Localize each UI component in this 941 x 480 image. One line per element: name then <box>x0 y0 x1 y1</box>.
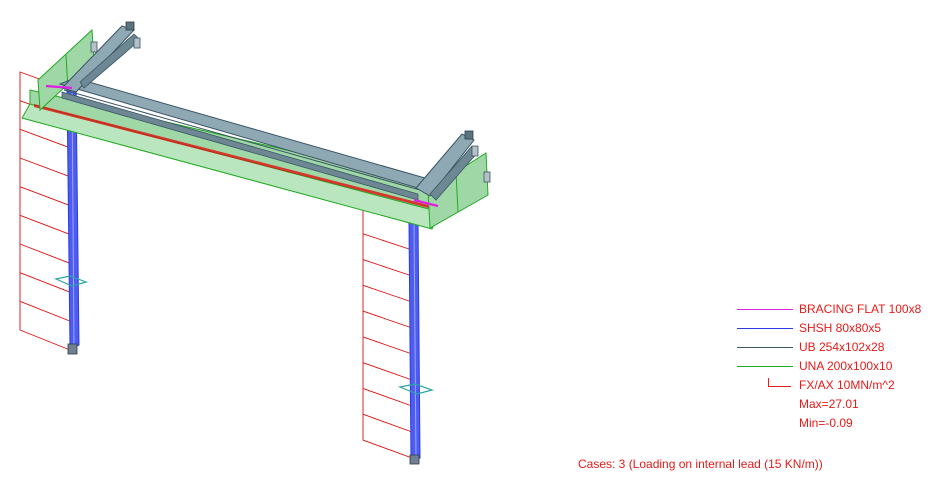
section-legend: BRACING FLAT 100x8 SHSH 80x80x5 UB 254x102… <box>737 300 937 433</box>
load-case-label: Cases: 3 (Loading on internal lead (15 K… <box>578 457 823 471</box>
legend-label: UB 254x102x28 <box>799 340 885 354</box>
stress-diagram-hatch <box>362 310 413 329</box>
stress-min-label-row: Min=-0.09 <box>737 414 937 433</box>
stress-diagram-hatch <box>362 284 413 303</box>
right-column-stress-diagram <box>362 207 413 459</box>
stress-map-legend: FX/AX 10MN/m^2 <box>737 376 937 395</box>
legend-item: UNA 200x100x10 <box>737 357 937 376</box>
stress-diagram-outline <box>362 207 413 459</box>
stress-diagram-hatch <box>362 336 413 355</box>
legend-swatch <box>737 366 793 367</box>
angle-ledger-main[interactable] <box>21 89 441 230</box>
legend-swatch <box>737 347 793 348</box>
stress-map-label: FX/AX 10MN/m^2 <box>799 378 895 392</box>
stress-diagram-hatch <box>362 388 413 407</box>
legend-label: UNA 200x100x10 <box>799 359 893 373</box>
stress-diagram-hatch <box>19 157 71 178</box>
stress-min-label: Min=-0.09 <box>799 416 853 430</box>
stress-max-label: Max=27.01 <box>799 397 859 411</box>
stress-diagram-hatch <box>362 233 413 251</box>
stress-diagram-hatch <box>19 300 71 322</box>
stress-diagram-hatch <box>19 128 71 149</box>
stress-diagram-hatch <box>19 243 71 264</box>
stress-diagram-hatch <box>362 413 413 433</box>
stress-diagram-symbol <box>768 378 791 387</box>
legend-swatch <box>737 309 793 310</box>
stress-diagram-hatch <box>362 259 413 277</box>
stress-max-label-row: Max=27.01 <box>737 395 937 414</box>
stress-diagram-hatch <box>19 214 71 235</box>
legend-label: SHSH 80x80x5 <box>799 321 882 335</box>
stress-diagram-hatch <box>362 362 413 381</box>
legend-item: BRACING FLAT 100x8 <box>737 300 937 319</box>
legend-label: BRACING FLAT 100x8 <box>799 302 922 316</box>
legend-swatch <box>737 328 793 329</box>
right-column[interactable] <box>397 217 435 465</box>
stress-diagram-hatch <box>19 186 71 206</box>
legend-item: UB 254x102x28 <box>737 338 937 357</box>
legend-item: SHSH 80x80x5 <box>737 319 937 338</box>
